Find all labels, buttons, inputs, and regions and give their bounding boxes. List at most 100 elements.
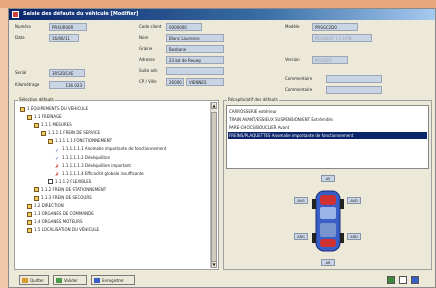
tree-item-label: 1.1.1.1.1 FONCTIONNEMENT: [55, 138, 113, 144]
recap-group-title: Récapitulatif des défauts: [227, 97, 279, 102]
comment1-label: Commentaire: [285, 76, 313, 81]
tree-item[interactable]: 1.1.1.2 FLEXIBLES: [16, 178, 209, 186]
tree-item[interactable]: 1 ÉQUIPEMENTS DU VÉHICULE: [16, 105, 209, 113]
tree-item-label: 1.1.2 FREIN DE STATIONNEMENT: [41, 186, 107, 192]
serial-field[interactable]: 3R52DC4E: [49, 69, 85, 77]
kilometrage-field[interactable]: 136 023: [49, 81, 85, 89]
adresse-label: Adresse: [139, 57, 155, 62]
help-icon[interactable]: [411, 276, 419, 284]
tree-item-label: 1.1.1 MESURES: [41, 122, 72, 128]
tree-item[interactable]: 1.1 FREINAGE: [16, 113, 209, 121]
title-bar: Saisie des défauts du véhicule [Modifier…: [9, 9, 435, 20]
tire-arg[interactable]: ARG: [294, 233, 308, 240]
nom-field[interactable]: Blanc Laurence: [166, 34, 224, 42]
numero-label: Numéro: [15, 24, 31, 29]
tree-item[interactable]: 1.1.1.1 FREIN DE SERVICE: [16, 129, 209, 137]
tree-item[interactable]: ✗ 1.1.1.1.1.3 Déséquilibre important: [16, 162, 209, 171]
document-icon[interactable]: [399, 276, 407, 284]
tree-item-label: 1.1.1.2 FLEXIBLES: [55, 178, 92, 184]
folder-icon: [27, 114, 32, 120]
defect-list-item[interactable]: FREINS/PLAQUETTES Anomalie importante de…: [228, 132, 427, 139]
version-field[interactable]: PEUGEO: [312, 56, 348, 64]
car-top-view-icon: [312, 190, 344, 252]
codeclient-label: Code client: [139, 24, 162, 29]
folder-icon: [41, 130, 46, 136]
tree-item[interactable]: 1.1.1 MESURES: [16, 121, 209, 129]
tree-item-label: 1.1.1.1 FREIN DE SERVICE: [48, 130, 101, 136]
tree-item-label: 1.4 ORGANES MOTEURS: [34, 219, 83, 225]
defects-list[interactable]: CARROSSERIE extérieur TRAIN AVANT/ESSIEUX…: [226, 105, 429, 169]
tree-item-label: 1.2 DIRECTION: [34, 203, 64, 209]
main-window: Saisie des défauts du véhicule [Modifier…: [8, 8, 436, 288]
folder-icon: [27, 227, 32, 233]
kilometrage-label: Kilométrage: [15, 82, 40, 87]
defect-tree[interactable]: 1 ÉQUIPEMENTS DU VÉHICULE 1.1 FREINAGE 1.1…: [14, 100, 219, 270]
folder-icon: [27, 203, 32, 209]
save-icon: [94, 278, 100, 283]
tree-item[interactable]: 1.1.2 FREIN DE STATIONNEMENT: [16, 186, 209, 194]
tire-ar[interactable]: AR: [321, 259, 335, 266]
scroll-down-icon[interactable]: ▼: [211, 261, 217, 268]
modele-label: Modèle: [285, 24, 300, 29]
validate-icon: [56, 278, 62, 283]
quit-button[interactable]: Quitter: [19, 275, 49, 285]
tree-scrollbar[interactable]: ▲ ▼: [210, 102, 217, 268]
date-field[interactable]: 16/06/11: [49, 34, 79, 42]
defect-list-item[interactable]: CARROSSERIE extérieur: [228, 108, 427, 115]
comment1-field[interactable]: [326, 75, 382, 83]
adresse-field[interactable]: 23 bd de Reuwy: [166, 56, 224, 64]
validate-button[interactable]: Valider: [53, 275, 87, 285]
ville-field[interactable]: VIENNES: [186, 78, 224, 86]
tree-item[interactable]: 1.4 ORGANES MOTEURS: [16, 218, 209, 226]
folder-icon: [34, 195, 39, 201]
tree-item[interactable]: 1.1.3 FREIN DE SECOURS: [16, 194, 209, 202]
tree-group-title: Sélection défauts: [18, 97, 55, 102]
save-button[interactable]: Enregistrer: [91, 275, 135, 285]
tree-item-label: 1.3 ORGANES DE COMMANDE: [34, 211, 94, 217]
modele-field[interactable]: PRSGC2D0: [312, 23, 358, 31]
quit-icon: [22, 278, 28, 283]
window-title: Saisie des défauts du véhicule [Modifier…: [23, 11, 139, 17]
codeclient-field[interactable]: 0000000: [166, 23, 202, 31]
folder-icon: [48, 138, 53, 144]
app-icon: [12, 11, 19, 18]
tree-item-label: 1.1.1.1.1.1 Anomalie importante de fonct…: [62, 146, 167, 152]
tree-item-label: 1.1.1.1.1.2 Déséquilibre: [62, 154, 110, 160]
suite-label: Suite adr.: [139, 68, 159, 73]
defect-list-item[interactable]: PARE-CHOCS/BOUCLIER Avant: [228, 124, 427, 131]
tree-item-label: 1 ÉQUIPEMENTS DU VÉHICULE: [27, 106, 88, 111]
comment2-field[interactable]: [326, 86, 382, 94]
tire-av[interactable]: AV: [321, 175, 335, 182]
scroll-thumb[interactable]: [211, 112, 217, 262]
tree-item[interactable]: 1.5 LOCALISATION DU VÉHICULE: [16, 226, 209, 234]
suite-field[interactable]: [166, 67, 224, 75]
nom-label: Nom: [139, 35, 149, 40]
check-icon: ✓: [55, 156, 60, 163]
cross-icon: ✗: [55, 172, 60, 179]
marque-field[interactable]: PEUGEOT 1.5 HTN: [312, 34, 372, 42]
tree-item[interactable]: ✓ 1.1.1.1.1.2 Déséquilibre: [16, 154, 209, 163]
status-icon[interactable]: [387, 276, 395, 284]
recap-group: CARROSSERIE extérieur TRAIN AVANT/ESSIEUX…: [223, 100, 432, 270]
tire-ard[interactable]: ARD: [347, 233, 361, 240]
tree-item-label: 1.1.3 FREIN DE SECOURS: [41, 195, 92, 201]
tree-item[interactable]: ✗ 1.1.1.1.1.4 Efficacité globale insuffis…: [16, 170, 209, 179]
tire-avd[interactable]: AVD: [347, 197, 361, 204]
comment2-label: Commentaire: [285, 87, 313, 92]
folder-icon: [34, 122, 39, 128]
graine-field[interactable]: Bosbane: [166, 45, 224, 53]
folder-icon: [27, 211, 32, 217]
numero-field[interactable]: PR4UR00R: [49, 23, 87, 31]
cp-field[interactable]: 26000: [166, 78, 184, 86]
car-diagram: [312, 185, 344, 257]
tree-item[interactable]: ✓ 1.1.1.1.1.1 Anomalie importante de fonc…: [16, 145, 209, 154]
defect-list-item[interactable]: TRAIN AVANT/ESSIEUX SUSPENSION/ENT Extré…: [228, 116, 427, 123]
scroll-up-icon[interactable]: ▲: [211, 102, 217, 109]
tree-item[interactable]: 1.1.1.1.1 FONCTIONNEMENT: [16, 137, 209, 145]
serial-label: Serial: [15, 70, 27, 75]
tree-item[interactable]: 1.2 DIRECTION: [16, 202, 209, 210]
tire-avg[interactable]: AVG: [294, 197, 308, 204]
graine-label: Graine: [139, 46, 153, 51]
tree-item[interactable]: 1.3 ORGANES DE COMMANDE: [16, 210, 209, 218]
tree-item-label: 1.1.1.1.1.4 Efficacité globale insuffisa…: [62, 170, 144, 176]
